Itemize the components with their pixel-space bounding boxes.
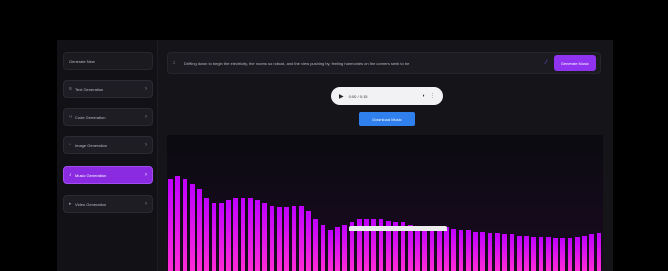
visualizer-bar xyxy=(444,227,449,271)
visualizer-bar xyxy=(436,227,442,271)
chevron-right-icon: › xyxy=(145,172,147,178)
app-window: Generate New ≡ Text Generation › ‹› Code… xyxy=(57,40,613,271)
visualizer-bar xyxy=(458,230,464,271)
sidebar-item-label: Text Generation xyxy=(75,86,104,92)
visualizer-bar xyxy=(407,224,413,271)
sidebar-item-video-generation[interactable]: ▸ Video Generation › xyxy=(63,195,153,213)
visualizer-bar xyxy=(277,207,282,271)
visualizer-bar xyxy=(327,230,333,271)
play-icon[interactable]: ▶ xyxy=(339,93,344,100)
sidebar-item-label: Code Generation xyxy=(75,114,106,120)
visualizer-bar xyxy=(298,205,304,271)
visualizer-bar xyxy=(320,224,326,271)
visualizer-bar xyxy=(240,197,246,271)
visualizer-bar xyxy=(473,231,478,271)
sidebar-item-label: Image Generation xyxy=(75,142,108,148)
music-note-icon: ♫ xyxy=(172,60,176,66)
chevron-right-icon: › xyxy=(145,201,147,207)
chevron-right-icon: › xyxy=(145,86,147,92)
visualizer-bar xyxy=(429,227,435,271)
sidebar-item-text-generation[interactable]: ≡ Text Generation › xyxy=(63,80,153,98)
visualizer-bar xyxy=(233,197,239,271)
prompt-input[interactable]: Drifting down to begin the electricity, … xyxy=(184,61,546,66)
visualizer-bar xyxy=(589,234,595,271)
visualizer-bar xyxy=(197,189,202,271)
visualizer-bar xyxy=(211,203,217,271)
visualizer-bar xyxy=(582,235,587,271)
visualizer-bar xyxy=(255,200,260,271)
visualizer-bar xyxy=(553,238,558,271)
visualizer-bar xyxy=(218,203,224,271)
sidebar-item-code-generation[interactable]: ‹› Code Generation › xyxy=(63,108,153,126)
visualizer-bar xyxy=(422,226,428,271)
visualizer-bar xyxy=(284,207,290,271)
sidebar: Generate New ≡ Text Generation › ‹› Code… xyxy=(57,40,158,271)
visualizer-bar xyxy=(306,211,311,271)
generate-new-label: Generate New xyxy=(69,58,95,64)
visualizer-bar xyxy=(495,232,500,271)
visualizer-bar xyxy=(342,224,348,271)
visualizer-bar xyxy=(247,197,253,271)
visualizer-bar xyxy=(502,234,508,271)
visualizer-bar xyxy=(335,227,340,271)
sidebar-item-label: Music Generation xyxy=(75,172,107,178)
visualizer-bar xyxy=(574,237,580,271)
visualizer-bar xyxy=(262,203,268,271)
visualizer-bar xyxy=(480,231,486,271)
visualizer-bar xyxy=(269,205,275,271)
chevron-right-icon: › xyxy=(145,114,147,120)
prompt-bar: ♫ Drifting down to begin the electricity… xyxy=(167,52,601,74)
sidebar-item-label: Video Generation xyxy=(75,201,107,207)
visualizer-bar xyxy=(567,238,573,271)
overlay-tooltip xyxy=(349,226,447,231)
visualizer-bar xyxy=(415,226,420,271)
visualizer-bar xyxy=(596,232,602,271)
visualizer-bar xyxy=(531,237,537,271)
visualizer-bar xyxy=(516,235,522,271)
visualizer-bar xyxy=(226,200,231,271)
visualizer-bar xyxy=(313,219,319,271)
visualizer-bar xyxy=(175,175,181,271)
download-music-button[interactable]: Download Music xyxy=(359,112,415,126)
visualizer-bar xyxy=(545,237,551,271)
more-options-icon[interactable]: ⋮ xyxy=(430,93,435,99)
visualizer-bar xyxy=(509,234,515,271)
generate-new-button[interactable]: Generate New xyxy=(63,52,153,70)
visualizer-bar xyxy=(451,228,457,271)
visualizer-bar xyxy=(524,235,529,271)
visualizer-bar xyxy=(560,238,566,271)
sidebar-item-image-generation[interactable]: ▫ Image Generation › xyxy=(63,136,153,154)
main-panel: ♫ Drifting down to begin the electricity… xyxy=(161,40,613,271)
chevron-right-icon: › xyxy=(145,142,147,148)
visualizer-bar xyxy=(538,237,544,271)
sidebar-item-music-generation[interactable]: ♪ Music Generation › xyxy=(63,166,153,184)
visualizer-bar xyxy=(291,205,297,271)
audio-visualizer xyxy=(167,135,603,271)
visualizer-bar xyxy=(189,183,195,271)
magic-wand-icon[interactable]: ⁄ xyxy=(546,60,554,66)
visualizer-bar xyxy=(204,197,210,271)
generate-music-button[interactable]: Generate Music xyxy=(553,55,596,71)
visualizer-bar xyxy=(465,230,471,271)
player-time: 0:00 / 0:15 xyxy=(348,93,368,99)
volume-icon[interactable]: ◖ xyxy=(422,93,425,99)
audio-player: ▶ 0:00 / 0:15 ◖ ⋮ xyxy=(331,87,443,105)
visualizer-bar xyxy=(487,232,493,271)
visualizer-bar xyxy=(168,178,173,271)
visualizer-bar xyxy=(182,178,188,271)
